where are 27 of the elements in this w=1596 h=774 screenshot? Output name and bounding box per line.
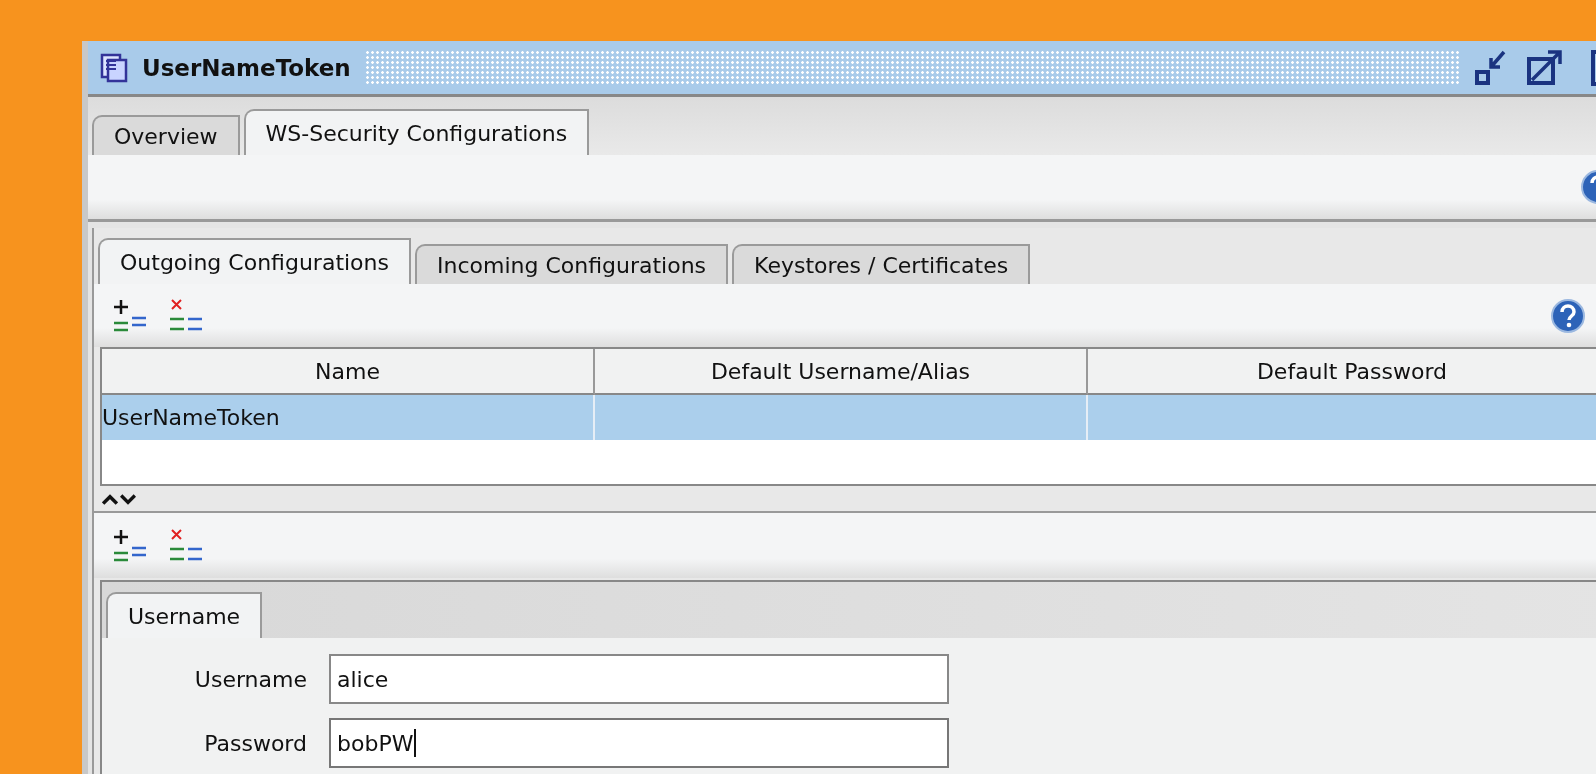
collapse-up-icon[interactable] xyxy=(102,492,118,505)
add-row-icon[interactable] xyxy=(112,528,148,563)
tab[interactable]: Outgoing Configurations xyxy=(98,238,411,284)
document-icon xyxy=(100,52,128,83)
delete-row-icon[interactable] xyxy=(168,298,204,333)
input-field[interactable]: bobPW xyxy=(329,718,949,768)
field-label: Username xyxy=(193,666,308,692)
expand-down-icon[interactable] xyxy=(120,492,136,505)
tab[interactable]: Incoming Configurations xyxy=(415,244,729,284)
field-label: Password xyxy=(203,730,308,756)
field-value: alice xyxy=(337,666,389,692)
field-value: bobPW xyxy=(337,730,414,756)
window-title: UserNameToken xyxy=(142,54,351,81)
column-header[interactable]: Default Password xyxy=(1088,349,1596,395)
tab[interactable]: WS-Security Configurations xyxy=(243,109,590,155)
input-field[interactable]: alice xyxy=(329,654,949,704)
column-header[interactable]: Name xyxy=(102,349,595,395)
tab[interactable]: Username xyxy=(106,592,263,638)
tab[interactable]: Overview xyxy=(92,115,240,155)
delete-row-icon[interactable] xyxy=(168,528,204,563)
add-row-icon[interactable] xyxy=(112,298,148,333)
column-header[interactable]: Default Username/Alias xyxy=(595,349,1088,395)
maximize-icon[interactable] xyxy=(1526,48,1564,87)
table-row[interactable]: UserNameToken xyxy=(102,395,1596,440)
tab[interactable]: Keystores / Certificates xyxy=(732,244,1031,284)
table-cell: UserNameToken xyxy=(102,405,280,430)
help-icon[interactable] xyxy=(1550,297,1586,334)
